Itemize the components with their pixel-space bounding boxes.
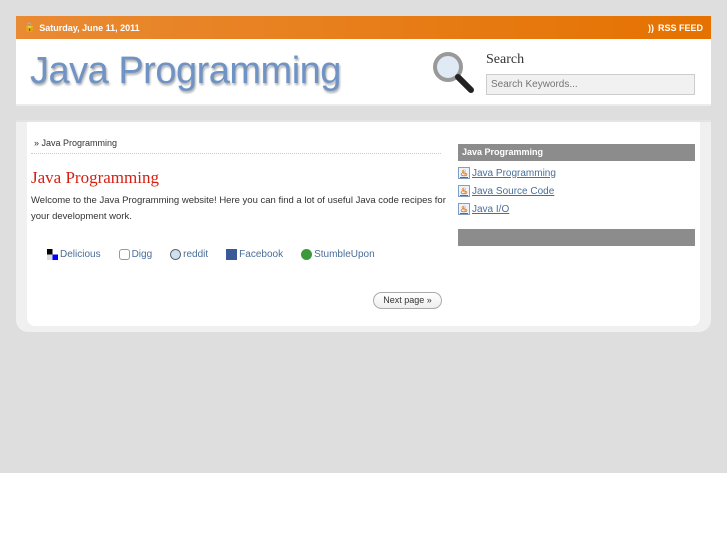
top-bar: 🔒 Saturday, June 11, 2011 )) RSS FEED: [16, 16, 711, 39]
share-digg[interactable]: Digg: [118, 249, 153, 260]
next-page-button[interactable]: Next page »: [373, 292, 442, 309]
share-reddit[interactable]: reddit: [170, 249, 208, 260]
facebook-icon: [226, 249, 238, 260]
lock-icon: 🔒: [24, 22, 36, 32]
sidebar-link[interactable]: ♨ Java I/O: [458, 203, 695, 215]
rss-icon: )): [647, 22, 654, 33]
sidebar-empty-heading: [458, 229, 695, 246]
stumbleupon-icon: [301, 249, 313, 260]
search-title: Search: [486, 52, 525, 67]
page-title: Java Programming: [31, 168, 159, 187]
share-label: StumbleUpon: [314, 249, 375, 260]
digg-icon: [118, 249, 130, 260]
content-panel: » Java Programming Java Programming Welc…: [16, 120, 711, 332]
delicious-icon: [47, 249, 58, 260]
rss-link[interactable]: )) RSS FEED: [648, 23, 703, 33]
share-stumbleupon[interactable]: StumbleUpon: [301, 249, 375, 260]
sidebar-link[interactable]: ♨ Java Programming: [458, 167, 695, 179]
sidebar-link[interactable]: ♨ Java Source Code: [458, 185, 695, 197]
search-input[interactable]: [486, 74, 695, 95]
date-text: Saturday, June 11, 2011: [39, 22, 140, 33]
sidebar-heading: Java Programming: [458, 144, 695, 161]
header: Java Programming Search: [16, 39, 711, 106]
sidebar: Java Programming ♨ Java Programming ♨ Java…: [458, 144, 695, 246]
reddit-icon: [170, 249, 182, 260]
divider: [31, 153, 441, 154]
site-logo[interactable]: Java Programming: [30, 50, 341, 93]
share-delicious[interactable]: Delicious: [47, 249, 101, 260]
share-label: Facebook: [239, 249, 284, 260]
intro-text: Welcome to the Java Programming website!…: [31, 195, 446, 222]
java-icon: ♨: [458, 167, 470, 179]
share-label: reddit: [183, 249, 209, 260]
rss-label: RSS FEED: [657, 22, 703, 33]
breadcrumb: » Java Programming: [34, 138, 118, 148]
magnifier-icon: [433, 52, 474, 93]
share-bar: Delicious Digg reddit Facebook StumbleUp…: [47, 249, 375, 260]
share-label: Digg: [131, 249, 153, 260]
link-label: Java I/O: [472, 203, 510, 215]
java-icon: ♨: [458, 185, 470, 197]
share-label: Delicious: [60, 249, 101, 260]
link-label: Java Programming: [472, 167, 556, 179]
java-icon: ♨: [458, 203, 470, 215]
share-facebook[interactable]: Facebook: [226, 249, 283, 260]
link-label: Java Source Code: [472, 185, 555, 197]
